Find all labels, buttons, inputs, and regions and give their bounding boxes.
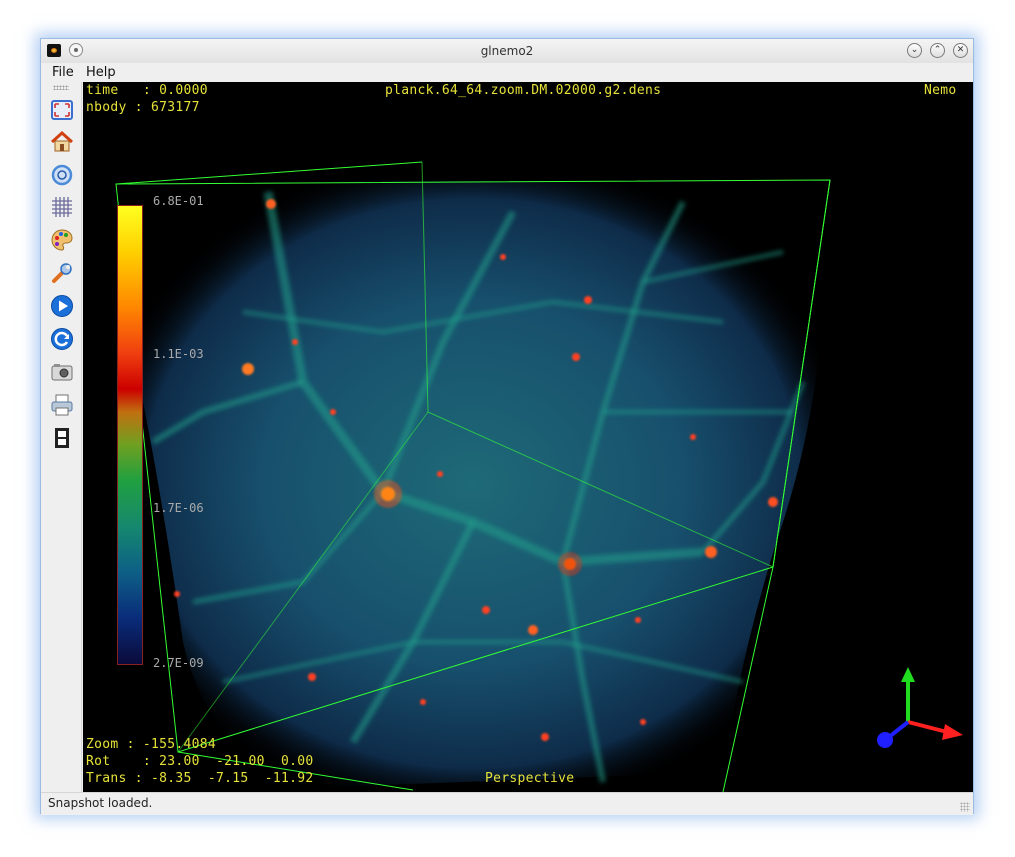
snapshot-filename: planck.64_64.zoom.DM.02000.g2.dens [385, 83, 662, 98]
projection-mode: Perspective [485, 771, 575, 786]
zoom-icon[interactable] [50, 163, 74, 187]
app-window: glnemo2 ⌄ ⌃ ✕ File Help 6.8E-01 1.1E-03 … [40, 38, 974, 815]
close-button[interactable]: ✕ [953, 43, 968, 58]
minimize-button[interactable]: ⌄ [907, 43, 922, 58]
colorbar-label-max: 6.8E-01 [153, 194, 204, 208]
translation-readout: Trans : -8.35 -7.15 -11.92 [86, 771, 314, 786]
axes-gizmo [877, 667, 963, 748]
status-bar: Snapshot loaded. [41, 792, 973, 815]
zoom-readout: Zoom : -155.4084 [86, 737, 217, 752]
nbody-readout: nbody : 673177 [86, 100, 200, 115]
side-toolbar [41, 82, 82, 792]
status-message: Snapshot loaded. [48, 796, 153, 810]
reload-icon[interactable] [50, 327, 74, 351]
x-axis-arrow-icon [942, 724, 963, 740]
menu-file[interactable]: File [52, 65, 74, 80]
colorbar [117, 205, 143, 665]
fullscreen-icon[interactable] [50, 98, 74, 122]
title-bar[interactable]: glnemo2 ⌄ ⌃ ✕ [41, 39, 973, 64]
time-readout: time : 0.0000 [86, 83, 208, 98]
dark-matter-cloud [122, 179, 823, 787]
colorbar-label-min: 2.7E-09 [153, 656, 204, 670]
menu-help[interactable]: Help [86, 65, 116, 80]
printer-icon[interactable] [50, 393, 74, 417]
menu-bar: File Help [41, 63, 973, 82]
maximize-button[interactable]: ⌃ [930, 43, 945, 58]
palette-icon[interactable] [50, 228, 74, 252]
y-axis-arrow-icon [901, 667, 915, 682]
grid-icon[interactable] [50, 195, 74, 219]
film-icon[interactable] [50, 426, 74, 450]
z-axis-arrow-icon [877, 732, 893, 748]
play-icon[interactable] [50, 294, 74, 318]
wrench-icon[interactable] [50, 261, 74, 285]
camera-icon[interactable] [50, 360, 74, 384]
resize-grip[interactable] [960, 802, 970, 812]
window-title: glnemo2 [480, 44, 534, 58]
particle-render [115, 161, 963, 792]
home-icon[interactable] [50, 130, 74, 154]
colorbar-label-2: 1.1E-03 [153, 347, 204, 361]
colorbar-label-3: 1.7E-06 [153, 501, 204, 515]
rotation-readout: Rot : 23.00 -21.00 0.00 [86, 754, 314, 769]
toolbar-grip[interactable] [53, 85, 69, 90]
gl-viewport[interactable]: 6.8E-01 1.1E-03 1.7E-06 2.7E-09 time : 0… [83, 82, 973, 792]
nemo-label: Nemo [924, 83, 957, 98]
